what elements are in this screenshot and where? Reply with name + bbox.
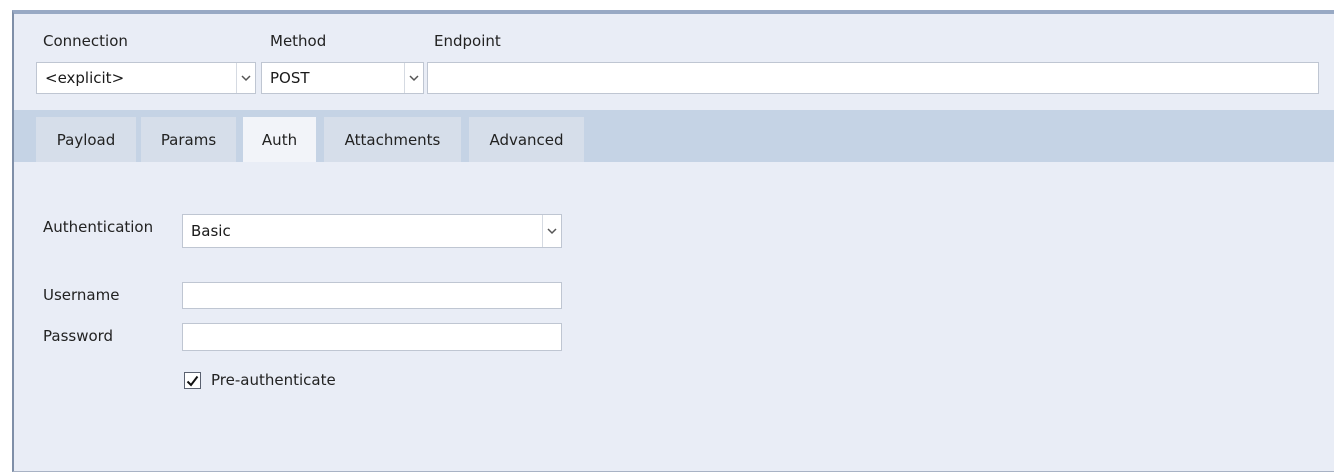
connection-dropdown[interactable]: <explicit> — [36, 62, 256, 94]
tab-payload-label: Payload — [56, 130, 116, 149]
connection-label: Connection — [43, 32, 128, 50]
endpoint-input[interactable] — [427, 62, 1319, 94]
checkmark-icon — [186, 375, 199, 387]
method-label: Method — [270, 32, 327, 50]
tab-auth[interactable]: Auth — [243, 117, 316, 162]
tab-strip: Payload Params Auth Attachments Advanced — [14, 110, 1334, 162]
tab-auth-label: Auth — [261, 130, 298, 149]
method-dropdown[interactable]: POST — [261, 62, 424, 94]
password-label: Password — [43, 327, 114, 345]
tab-params-label: Params — [160, 130, 217, 149]
tab-payload[interactable]: Payload — [36, 117, 136, 162]
auth-tab-content: Authentication Basic Username Password P… — [14, 162, 1334, 471]
connection-value: <explicit> — [45, 69, 125, 87]
username-input[interactable] — [182, 282, 562, 309]
method-value: POST — [270, 69, 310, 87]
preauthenticate-checkbox[interactable] — [184, 372, 201, 389]
authentication-label: Authentication — [43, 218, 154, 236]
chevron-down-icon — [236, 63, 255, 93]
tab-params[interactable]: Params — [141, 117, 236, 162]
endpoint-label: Endpoint — [434, 32, 501, 50]
tab-advanced-label: Advanced — [489, 130, 564, 149]
request-editor-panel: Connection Method Endpoint <explicit> PO… — [12, 10, 1334, 472]
preauthenticate-label[interactable]: Pre-authenticate — [211, 371, 336, 389]
username-label: Username — [43, 286, 120, 304]
tab-advanced[interactable]: Advanced — [469, 117, 584, 162]
tab-attachments[interactable]: Attachments — [324, 117, 461, 162]
tab-attachments-label: Attachments — [344, 130, 441, 149]
chevron-down-icon — [404, 63, 423, 93]
password-input[interactable] — [182, 323, 562, 351]
authentication-dropdown[interactable]: Basic — [182, 214, 562, 248]
chevron-down-icon — [542, 215, 561, 247]
authentication-value: Basic — [191, 222, 231, 240]
